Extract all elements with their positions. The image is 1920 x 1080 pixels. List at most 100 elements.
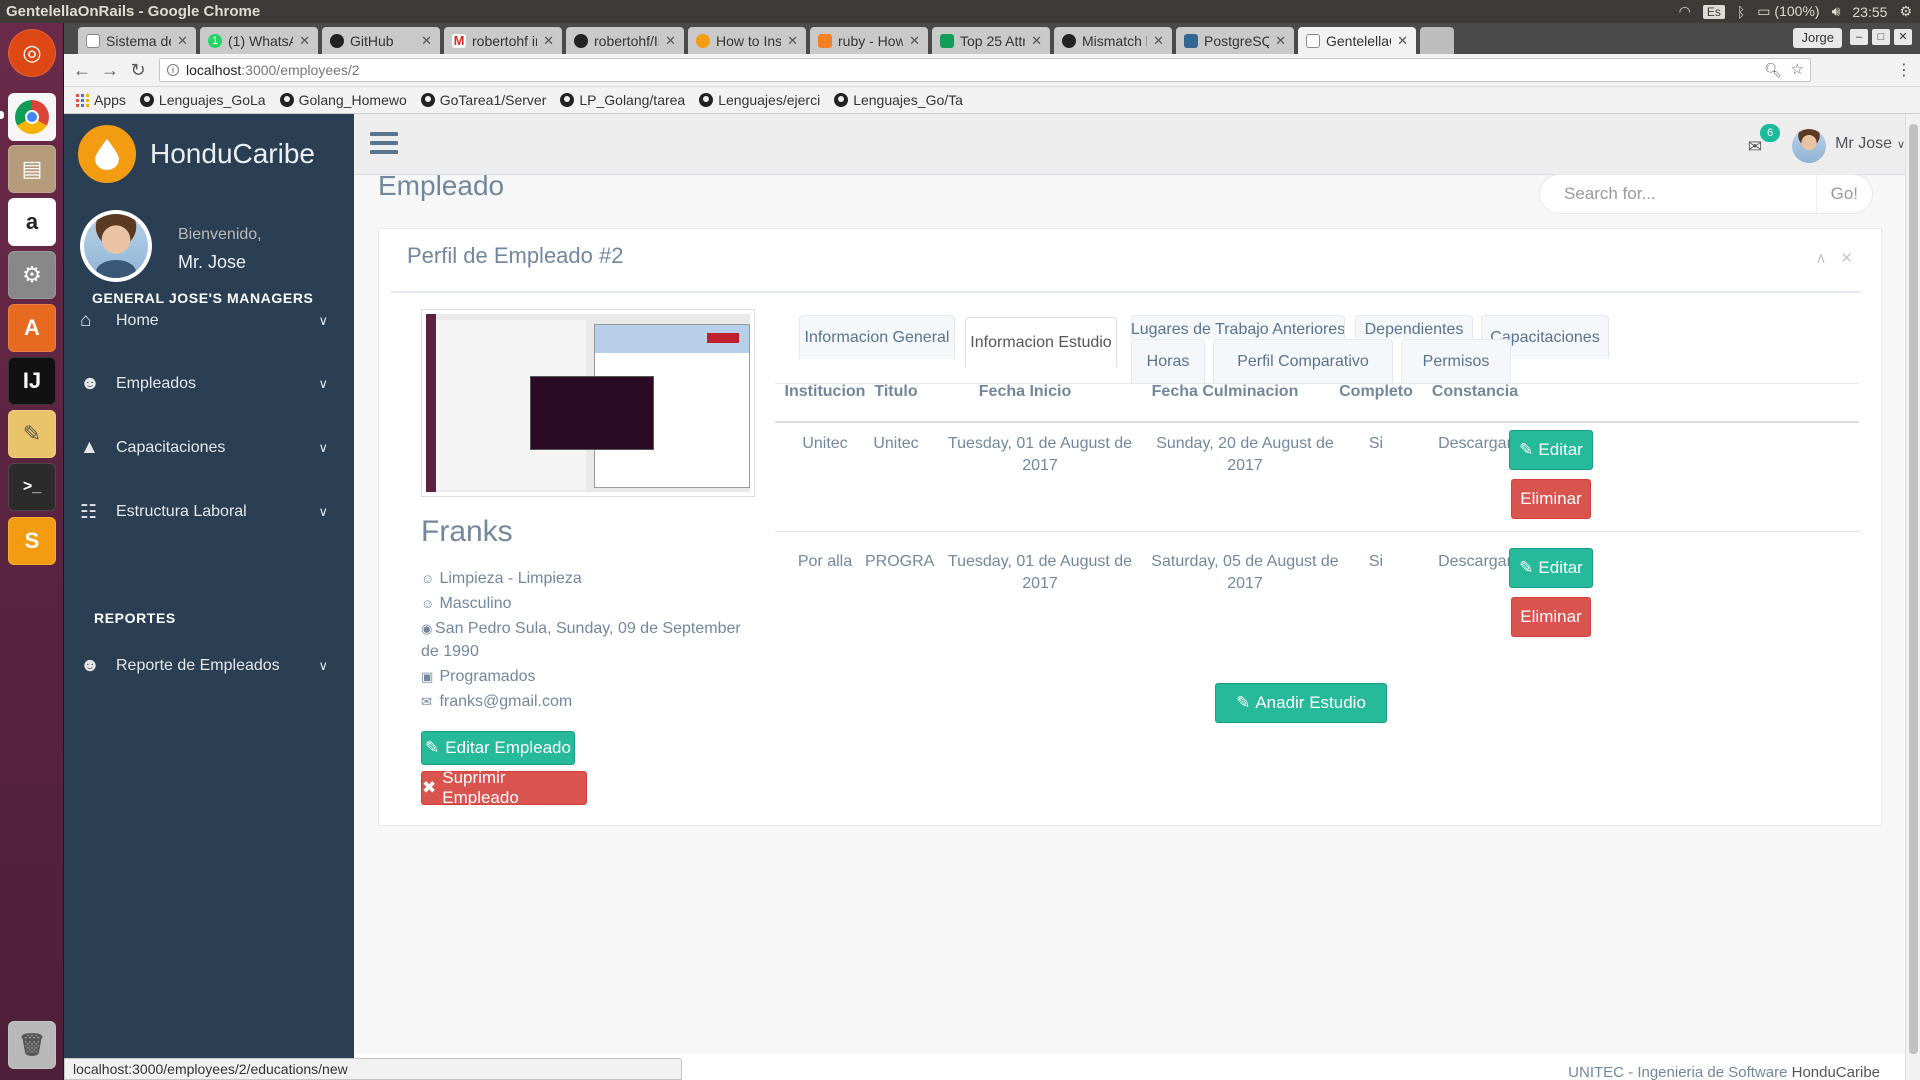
close-window-icon[interactable]: ✕ bbox=[1894, 29, 1912, 45]
tab-informacion-estudio[interactable]: Informacion Estudio bbox=[965, 317, 1117, 367]
tab-horas[interactable]: Horas bbox=[1131, 339, 1205, 383]
browser-tab[interactable]: PostgreSQL:✕ bbox=[1176, 27, 1294, 54]
info-icon[interactable]: i bbox=[167, 64, 179, 76]
clock[interactable]: 23:55 bbox=[1852, 4, 1887, 20]
close-tab-icon[interactable]: ✕ bbox=[421, 33, 432, 49]
minimize-icon[interactable]: – bbox=[1850, 29, 1868, 45]
envelope-icon[interactable]: ✉ bbox=[1748, 137, 1762, 157]
vertical-scrollbar[interactable] bbox=[1905, 114, 1920, 1080]
reload-icon[interactable]: ↻ bbox=[128, 60, 148, 80]
close-tab-icon[interactable]: ✕ bbox=[177, 33, 188, 49]
bookmark-item[interactable]: Lenguajes_Go/Ta bbox=[834, 92, 963, 108]
brand[interactable]: HonduCaribe bbox=[78, 124, 315, 184]
browser-tab[interactable]: M robertohf ir ✕ bbox=[444, 27, 562, 54]
new-tab-button[interactable] bbox=[1420, 27, 1454, 54]
close-tab-icon[interactable]: ✕ bbox=[787, 33, 798, 49]
intellij-icon[interactable]: IJ bbox=[8, 357, 56, 405]
software-center-icon[interactable]: A bbox=[8, 304, 56, 352]
add-education-button[interactable]: ✎ Anadir Estudio bbox=[1215, 683, 1387, 723]
sidebar-item-home[interactable]: ⌂ Home ∨ bbox=[64, 298, 354, 344]
chevron-up-icon[interactable]: ∧ bbox=[1815, 249, 1826, 267]
bookmark-item[interactable]: Golang_Homewo bbox=[279, 92, 407, 108]
text-editor-icon[interactable]: ✎ bbox=[8, 410, 56, 458]
bookmark-star-icon[interactable]: ☆ bbox=[1791, 59, 1804, 81]
close-tab-icon[interactable]: ✕ bbox=[1397, 33, 1408, 49]
menu-toggle-icon[interactable] bbox=[370, 132, 398, 159]
scrollbar-thumb[interactable] bbox=[1909, 124, 1918, 1054]
search-input[interactable] bbox=[1540, 176, 1810, 212]
browser-tab[interactable]: How to Insta✕ bbox=[688, 27, 806, 54]
browser-tab[interactable]: Sistema de A✕ bbox=[78, 27, 196, 54]
sublime-icon[interactable]: S bbox=[8, 517, 56, 565]
bluetooth-icon[interactable]: ᛒ bbox=[1737, 4, 1745, 20]
volume-icon[interactable]: 🔊︎ bbox=[1832, 3, 1841, 20]
trash-icon[interactable]: 🗑︎ bbox=[8, 1021, 56, 1069]
close-tab-icon[interactable]: ✕ bbox=[299, 33, 310, 49]
bookmark-item[interactable]: Lenguajes_GoLa bbox=[139, 92, 266, 108]
tab-permisos[interactable]: Permisos bbox=[1401, 339, 1511, 383]
close-tab-icon[interactable]: ✕ bbox=[909, 33, 920, 49]
gear-icon[interactable]: ⚙ bbox=[1899, 3, 1912, 20]
browser-tab-active[interactable]: GentelellaOn✕ bbox=[1298, 27, 1416, 54]
browser-tab[interactable]: robertohf/Ir ✕ bbox=[566, 27, 684, 54]
browser-menu-icon[interactable]: ⋮ bbox=[1896, 60, 1912, 80]
zoom-icon[interactable]: 🔍︎ bbox=[1764, 59, 1782, 81]
edit-icon: ✎ bbox=[1519, 440, 1534, 459]
edit-employee-button[interactable]: ✎ Editar Empleado bbox=[421, 731, 575, 765]
wifi-icon[interactable]: ◠ bbox=[1679, 3, 1691, 20]
browser-tab[interactable]: Top 25 Attrac✕ bbox=[932, 27, 1050, 54]
forward-icon[interactable]: → bbox=[100, 60, 120, 80]
bookmark-item[interactable]: GoTarea1/Server bbox=[420, 92, 546, 108]
delete-employee-button[interactable]: ✖ Suprimir Empleado bbox=[421, 768, 587, 807]
close-tab-icon[interactable]: ✕ bbox=[1275, 33, 1286, 49]
bookmark-item[interactable]: LP_Golang/tarea bbox=[560, 92, 685, 108]
unity-launcher: ◎ ▤ a ⚙ A IJ ✎ >_ S 🗑︎ bbox=[0, 23, 64, 1080]
browser-tab[interactable]: 1 (1) WhatsApp✕ bbox=[200, 27, 318, 54]
edit-education-button[interactable]: ✎ Editar bbox=[1509, 430, 1593, 470]
browser-tab[interactable]: Mismatch bo✕ bbox=[1054, 27, 1172, 54]
close-tab-icon[interactable]: ✕ bbox=[1031, 33, 1042, 49]
maximize-icon[interactable]: □ bbox=[1872, 29, 1890, 45]
delete-education-button[interactable]: Eliminar bbox=[1511, 479, 1591, 519]
browser-tab[interactable]: ruby - How to✕ bbox=[810, 27, 928, 54]
terminal-icon[interactable]: >_ bbox=[8, 463, 56, 511]
delete-education-button[interactable]: Eliminar bbox=[1511, 597, 1591, 637]
profile-chip[interactable]: Jorge bbox=[1793, 28, 1842, 48]
sidebar-item-estructura-laboral[interactable]: ☷ Estructura Laboral ∨ bbox=[64, 489, 354, 535]
drop-logo-icon bbox=[78, 125, 136, 183]
keyboard-layout-indicator[interactable]: Es bbox=[1702, 4, 1725, 19]
tab-dependientes[interactable]: Dependientes bbox=[1355, 315, 1473, 339]
mail-count-badge: 6 bbox=[1760, 124, 1780, 142]
column-header: Titulo bbox=[874, 383, 918, 400]
close-tab-icon[interactable]: ✕ bbox=[665, 33, 676, 49]
edit-education-button[interactable]: ✎ Editar bbox=[1509, 548, 1593, 588]
browser-tab[interactable]: GitHub ✕ bbox=[322, 27, 440, 54]
ubuntu-dash-icon[interactable]: ◎ bbox=[8, 29, 56, 77]
search-go-button[interactable]: Go! bbox=[1815, 175, 1872, 213]
close-tab-icon[interactable]: ✕ bbox=[1153, 33, 1164, 49]
user-avatar[interactable] bbox=[1792, 129, 1826, 163]
tab-lugares-trabajo-anteriores[interactable]: Lugares de Trabajo Anteriores bbox=[1131, 315, 1345, 339]
settings-icon[interactable]: ⚙ bbox=[8, 251, 56, 299]
files-icon[interactable]: ▤ bbox=[8, 145, 56, 193]
cell-titulo: PROGRA bbox=[865, 553, 935, 570]
close-tab-icon[interactable]: ✕ bbox=[543, 33, 554, 49]
tab-perfil-comparativo[interactable]: Perfil Comparativo bbox=[1213, 339, 1393, 383]
sidebar-item-reporte-empleados[interactable]: ☻ Reporte de Empleados ∨ bbox=[64, 643, 354, 689]
sidebar-item-empleados[interactable]: ☻ Empleados ∨ bbox=[64, 361, 354, 407]
url-host: localhost bbox=[186, 62, 242, 78]
address-bar[interactable]: i localhost:3000/employees/2 🔍︎ ☆ bbox=[159, 58, 1811, 82]
user-menu[interactable]: Mr Jose bbox=[1835, 135, 1892, 153]
amazon-icon[interactable]: a bbox=[8, 198, 56, 246]
tab-informacion-general[interactable]: Informacion General bbox=[799, 315, 955, 359]
bookmark-apps[interactable]: Apps bbox=[76, 92, 126, 108]
battery-icon[interactable]: ▭ (100%) bbox=[1757, 3, 1819, 20]
welcome-text: Bienvenido, bbox=[178, 226, 262, 243]
github-icon bbox=[139, 93, 154, 107]
chrome-icon[interactable] bbox=[8, 93, 56, 141]
chevron-down-icon[interactable]: ∨ bbox=[1897, 138, 1905, 151]
back-icon[interactable]: ← bbox=[72, 60, 92, 80]
bookmark-item[interactable]: Lenguajes/ejerci bbox=[699, 92, 820, 108]
close-icon[interactable]: ✕ bbox=[1840, 249, 1853, 267]
sidebar-item-capacitaciones[interactable]: ▲ Capacitaciones ∨ bbox=[64, 425, 354, 471]
